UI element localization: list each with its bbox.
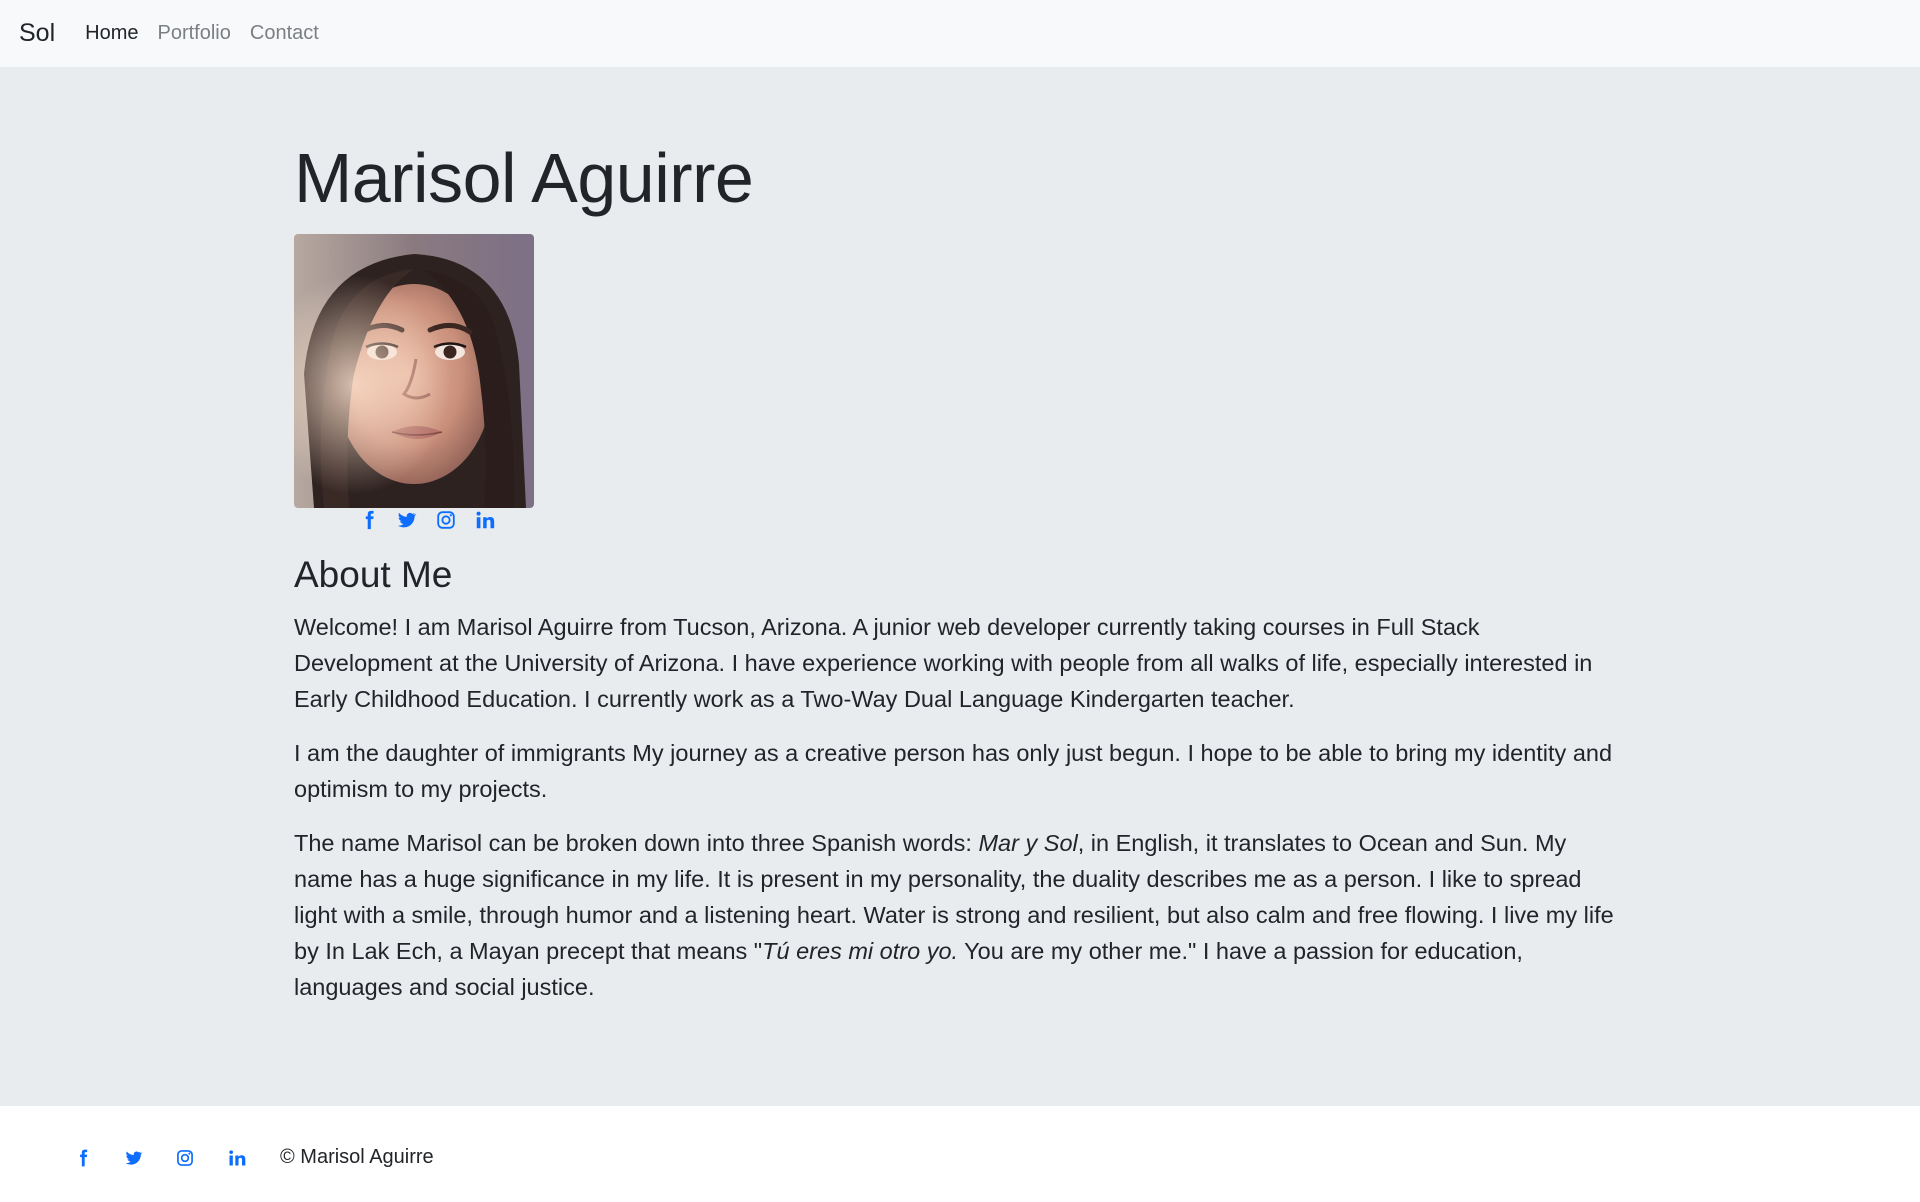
- facebook-icon[interactable]: [358, 509, 380, 531]
- about-paragraph-2: I am the daughter of immigrants My journ…: [294, 740, 1613, 803]
- navbar: Sol Home Portfolio Contact: [0, 0, 1920, 67]
- profile-photo: [294, 234, 534, 508]
- linkedin-icon[interactable]: [474, 509, 496, 531]
- hero-social-links: [294, 509, 534, 531]
- twitter-icon[interactable]: [395, 509, 417, 531]
- nav-link-contact[interactable]: Contact: [250, 22, 319, 45]
- about-p3-em-otro-yo: Tú eres mi otro yo.: [762, 938, 959, 965]
- footer: © Marisol Aguirre: [0, 1106, 1920, 1202]
- facebook-icon[interactable]: [73, 1148, 93, 1168]
- about-paragraph-3: The name Marisol can be broken down into…: [294, 825, 1624, 1005]
- twitter-icon[interactable]: [123, 1148, 143, 1168]
- about-paragraph-1: Welcome! I am Marisol Aguirre from Tucso…: [294, 614, 1593, 713]
- about-p3-part-a: The name Marisol can be broken down into…: [294, 830, 979, 857]
- about-section: About Me Welcome! I am Marisol Aguirre f…: [294, 553, 1624, 1023]
- linkedin-icon[interactable]: [227, 1148, 247, 1168]
- copyright-text: © Marisol Aguirre: [280, 1146, 434, 1168]
- jumbotron: Marisol Aguirre About Me Welcome! I am M…: [0, 67, 1920, 1106]
- about-p3-em-mar-y-sol: Mar y Sol: [978, 830, 1078, 857]
- instagram-icon[interactable]: [435, 509, 457, 531]
- nav-link-portfolio[interactable]: Portfolio: [158, 22, 231, 45]
- hero-container: Marisol Aguirre: [294, 139, 1614, 508]
- instagram-icon[interactable]: [175, 1148, 195, 1168]
- about-heading: About Me: [294, 554, 453, 595]
- brand-link[interactable]: Sol: [19, 19, 55, 48]
- page-title: Marisol Aguirre: [294, 139, 754, 217]
- nav-link-home[interactable]: Home: [85, 22, 138, 45]
